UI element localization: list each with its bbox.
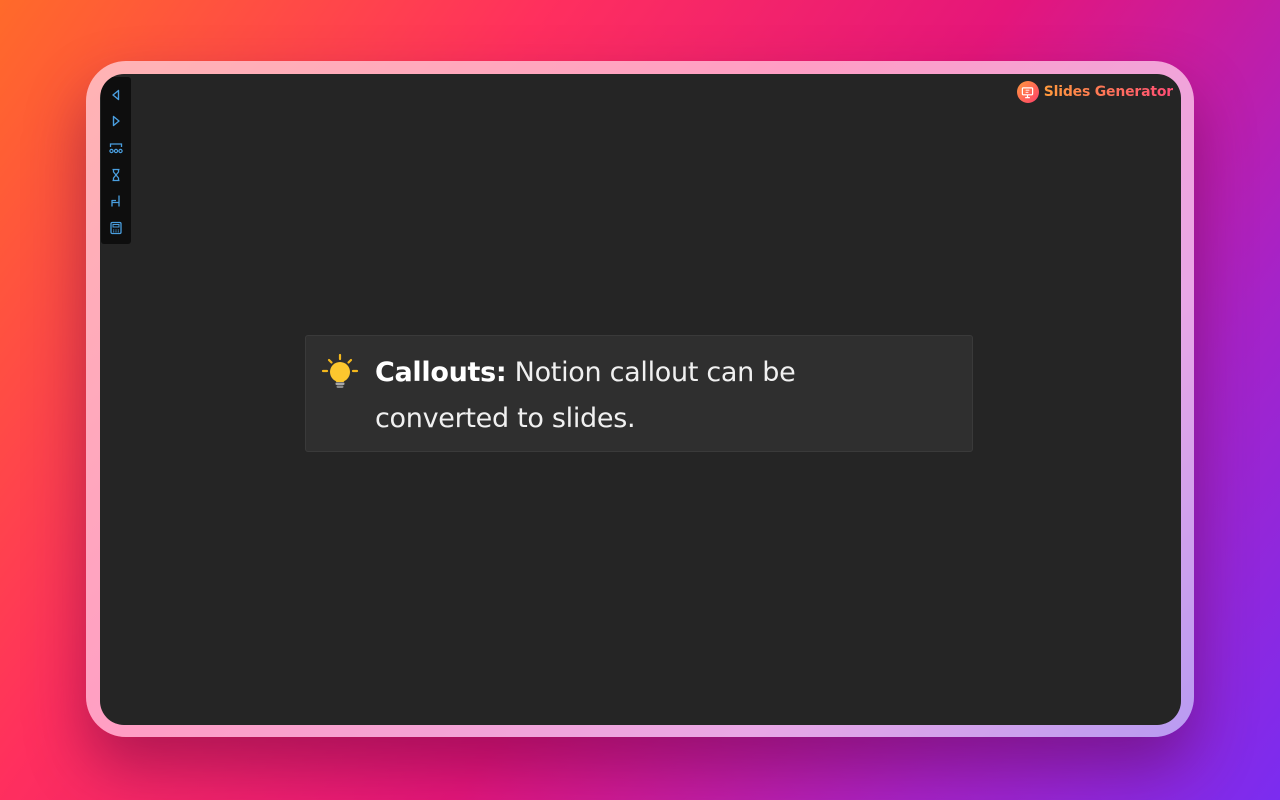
- slides-logo-icon: [1016, 81, 1039, 103]
- callout-text: Callouts: Notion callout can be converte…: [375, 350, 935, 442]
- callout-block: Callouts: Notion callout can be converte…: [305, 335, 973, 452]
- presenter-tools-button[interactable]: [105, 191, 127, 212]
- lightbulb-icon: [321, 353, 359, 388]
- calculator-icon: [110, 221, 122, 235]
- previous-slide-button[interactable]: [105, 84, 127, 105]
- triangle-left-icon: [112, 89, 120, 100]
- triangle-right-icon: [112, 116, 120, 127]
- next-slide-button[interactable]: [105, 111, 127, 132]
- brand-badge[interactable]: Slides Generator: [1016, 81, 1173, 103]
- timer-button[interactable]: [105, 164, 127, 185]
- grid-overview-icon: [109, 143, 123, 154]
- chair-icon: [111, 195, 120, 207]
- callout-label: Callouts:: [375, 357, 507, 388]
- slide-overview-button[interactable]: [105, 137, 127, 158]
- hourglass-icon: [112, 168, 120, 181]
- presentation-toolbar: [101, 77, 131, 244]
- slide-viewport: Slides Generator Callouts: Notion callou…: [100, 74, 1181, 725]
- calculator-button[interactable]: [105, 217, 127, 238]
- brand-name: Slides Generator: [1043, 84, 1173, 100]
